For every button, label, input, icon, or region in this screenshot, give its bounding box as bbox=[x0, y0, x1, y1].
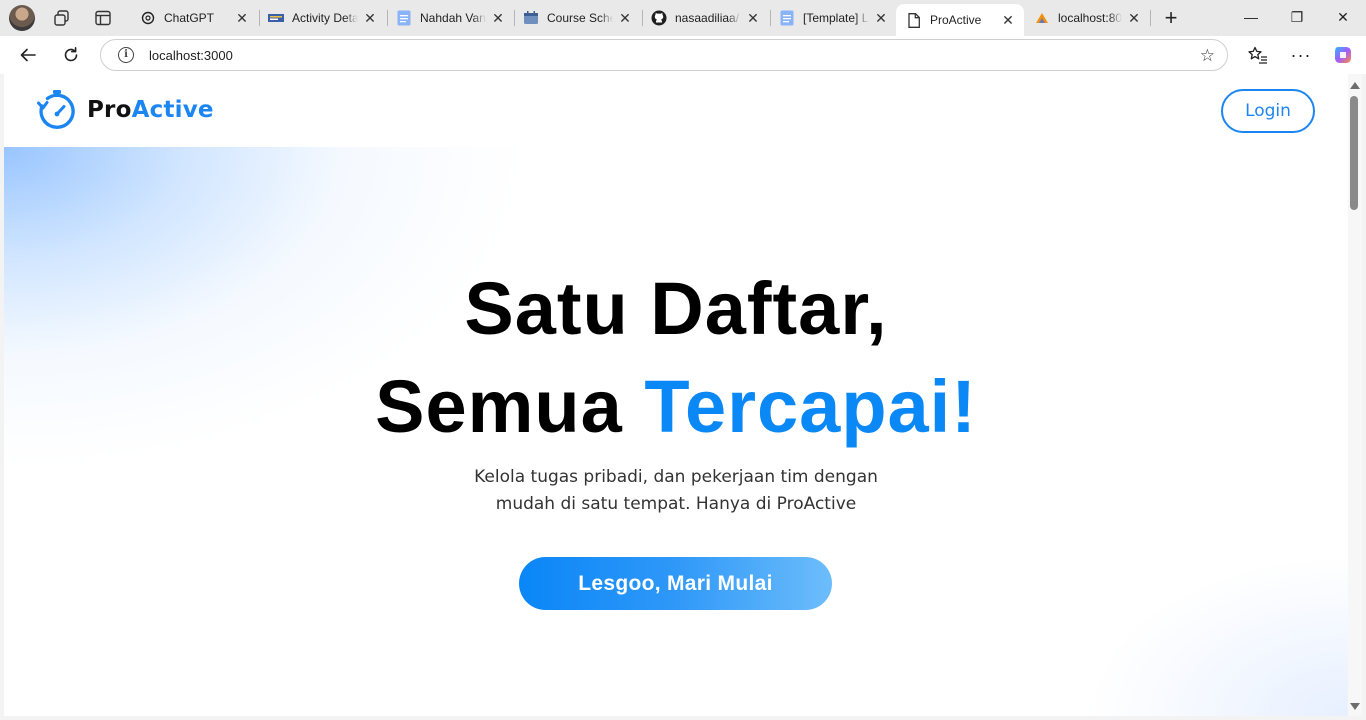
back-arrow-icon bbox=[20, 48, 36, 62]
close-tab-icon[interactable]: ✕ bbox=[362, 10, 378, 26]
close-window-button[interactable]: ✕ bbox=[1320, 0, 1366, 34]
new-tab-icon[interactable]: + bbox=[1159, 5, 1183, 30]
chatgpt-icon bbox=[140, 10, 156, 26]
tab-title: localhost:80 bbox=[1058, 11, 1122, 25]
brand-name-active: Active bbox=[131, 97, 214, 123]
close-tab-icon[interactable]: ✕ bbox=[745, 10, 761, 26]
site-info-icon[interactable]: i bbox=[118, 47, 134, 63]
reload-button[interactable] bbox=[56, 40, 86, 70]
docs-icon bbox=[396, 10, 412, 26]
headline-plain: Semua bbox=[375, 365, 645, 448]
calendar-icon bbox=[523, 10, 539, 26]
favorites-button[interactable] bbox=[1243, 40, 1273, 70]
page-scrollbar[interactable] bbox=[1348, 74, 1362, 716]
copilot-icon bbox=[1335, 47, 1351, 63]
subtitle-line-1: Kelola tugas pribadi, dan pekerjaan tim … bbox=[474, 467, 878, 487]
tab-title: ChatGPT bbox=[164, 11, 215, 25]
headline-line-1: Satu Daftar, bbox=[464, 267, 888, 350]
favorites-list-icon bbox=[1248, 46, 1267, 64]
tab-title: Nahdah Van bbox=[420, 11, 486, 25]
docs-icon bbox=[779, 10, 795, 26]
back-button[interactable] bbox=[13, 40, 43, 70]
tab-title: nasaadiliaa/ bbox=[675, 11, 740, 25]
brand-name-pro: Pro bbox=[87, 97, 132, 123]
profile-avatar[interactable] bbox=[9, 5, 35, 31]
tab-title: Activity Deta bbox=[292, 11, 358, 25]
close-tab-icon[interactable]: ✕ bbox=[234, 10, 250, 26]
tab-activity-detail[interactable]: Activity Deta ✕ bbox=[258, 4, 386, 32]
tab-localhost-8080[interactable]: localhost:80 ✕ bbox=[1024, 4, 1150, 32]
tab-divider bbox=[1150, 10, 1151, 26]
copilot-button[interactable] bbox=[1328, 40, 1358, 70]
headline-line-2: Semua Tercapai! bbox=[4, 364, 1348, 449]
close-tab-icon[interactable]: ✕ bbox=[1000, 12, 1016, 28]
close-tab-icon[interactable]: ✕ bbox=[490, 10, 506, 26]
site-header: ProActive Login bbox=[4, 74, 1348, 147]
logo[interactable]: ProActive bbox=[37, 89, 214, 131]
tab-chatgpt[interactable]: ChatGPT ✕ bbox=[130, 4, 258, 32]
brand-name: ProActive bbox=[87, 97, 214, 123]
scrollbar-thumb[interactable] bbox=[1350, 96, 1358, 210]
login-button[interactable]: Login bbox=[1221, 89, 1315, 133]
close-tab-icon[interactable]: ✕ bbox=[617, 10, 633, 26]
favorite-star-icon[interactable]: ☆ bbox=[1200, 46, 1215, 66]
page-icon bbox=[906, 12, 922, 28]
hero-subtitle: Kelola tugas pribadi, dan pekerjaan tim … bbox=[4, 464, 1348, 518]
tab-course-schedule[interactable]: Course Sche ✕ bbox=[513, 4, 641, 32]
reload-icon bbox=[64, 47, 78, 62]
tab-github[interactable]: nasaadiliaa/ ✕ bbox=[641, 4, 769, 32]
scroll-down-arrow-icon[interactable] bbox=[1350, 703, 1360, 710]
headline-accent: Tercapai! bbox=[644, 365, 977, 448]
tab-title: ProActive bbox=[930, 13, 982, 27]
phpmyadmin-icon bbox=[1034, 10, 1050, 26]
close-tab-icon[interactable]: ✕ bbox=[1126, 10, 1142, 26]
site-icon bbox=[268, 10, 284, 26]
minimize-button[interactable]: — bbox=[1228, 0, 1274, 34]
stopwatch-icon bbox=[37, 90, 75, 129]
close-tab-icon[interactable]: ✕ bbox=[873, 10, 889, 26]
address-bar[interactable]: i localhost:3000 ☆ bbox=[100, 39, 1228, 71]
tab-proactive[interactable]: ProActive ✕ bbox=[896, 4, 1024, 36]
vertical-tabs-icon[interactable] bbox=[91, 6, 115, 30]
more-options-icon[interactable]: ··· bbox=[1286, 40, 1316, 70]
browser-toolbar: i localhost:3000 ☆ ··· bbox=[0, 36, 1366, 74]
scroll-up-arrow-icon[interactable] bbox=[1350, 82, 1360, 89]
tab-title: [Template] L bbox=[803, 11, 869, 25]
tab-title: Course Sche bbox=[547, 11, 613, 25]
github-icon bbox=[651, 10, 667, 26]
url-text[interactable]: localhost:3000 bbox=[149, 48, 233, 63]
get-started-button[interactable]: Lesgoo, Mari Mulai bbox=[519, 557, 832, 610]
restore-button[interactable]: ❐ bbox=[1274, 0, 1320, 34]
tab-nahdah[interactable]: Nahdah Van ✕ bbox=[386, 4, 514, 32]
page-viewport: ProActive Login Satu Daftar, Semua Terca… bbox=[4, 74, 1348, 716]
subtitle-line-2: mudah di satu tempat. Hanya di ProActive bbox=[495, 494, 857, 514]
workspaces-icon[interactable] bbox=[50, 6, 74, 30]
tab-template[interactable]: [Template] L ✕ bbox=[769, 4, 897, 32]
tab-strip: ChatGPT ✕ Activity Deta ✕ Nahdah Van ✕ C… bbox=[0, 0, 1366, 36]
